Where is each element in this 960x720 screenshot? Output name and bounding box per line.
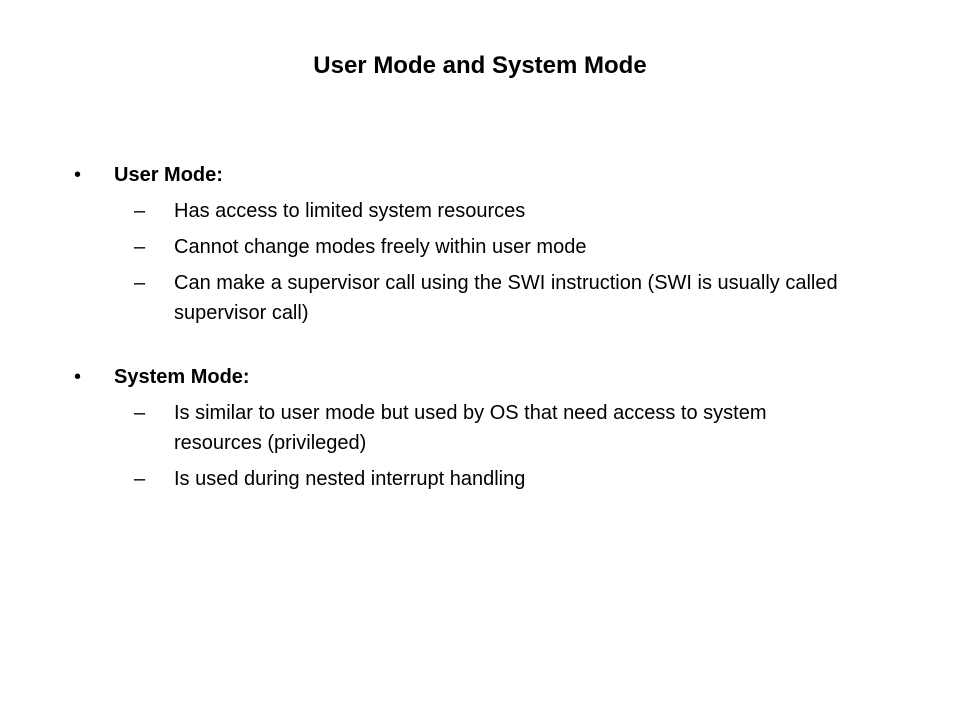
list-item: – Has access to limited system resources [60, 196, 900, 226]
slide-title: User Mode and System Mode [60, 52, 900, 80]
list-item-text: Has access to limited system resources [174, 196, 900, 226]
section-heading: • User Mode: [60, 160, 900, 190]
dash-icon: – [134, 232, 174, 262]
bullet-icon: • [60, 160, 114, 190]
dash-icon: – [134, 268, 174, 328]
section-heading-text: User Mode: [114, 160, 900, 190]
list-item: – Is similar to user mode but used by OS… [60, 398, 900, 458]
dash-icon: – [134, 464, 174, 494]
list-item: – Cannot change modes freely within user… [60, 232, 900, 262]
list-item: – Is used during nested interrupt handli… [60, 464, 900, 494]
slide-content: • User Mode: – Has access to limited sys… [60, 160, 900, 494]
section-heading-text: System Mode: [114, 362, 900, 392]
dash-icon: – [134, 398, 174, 458]
section-heading: • System Mode: [60, 362, 900, 392]
list-item: – Can make a supervisor call using the S… [60, 268, 900, 328]
list-item-text: Can make a supervisor call using the SWI… [174, 268, 900, 328]
bullet-icon: • [60, 362, 114, 392]
list-item-text: Is used during nested interrupt handling [174, 464, 900, 494]
list-item-text: Cannot change modes freely within user m… [174, 232, 900, 262]
section-gap [60, 334, 900, 362]
dash-icon: – [134, 196, 174, 226]
list-item-text: Is similar to user mode but used by OS t… [174, 398, 900, 458]
